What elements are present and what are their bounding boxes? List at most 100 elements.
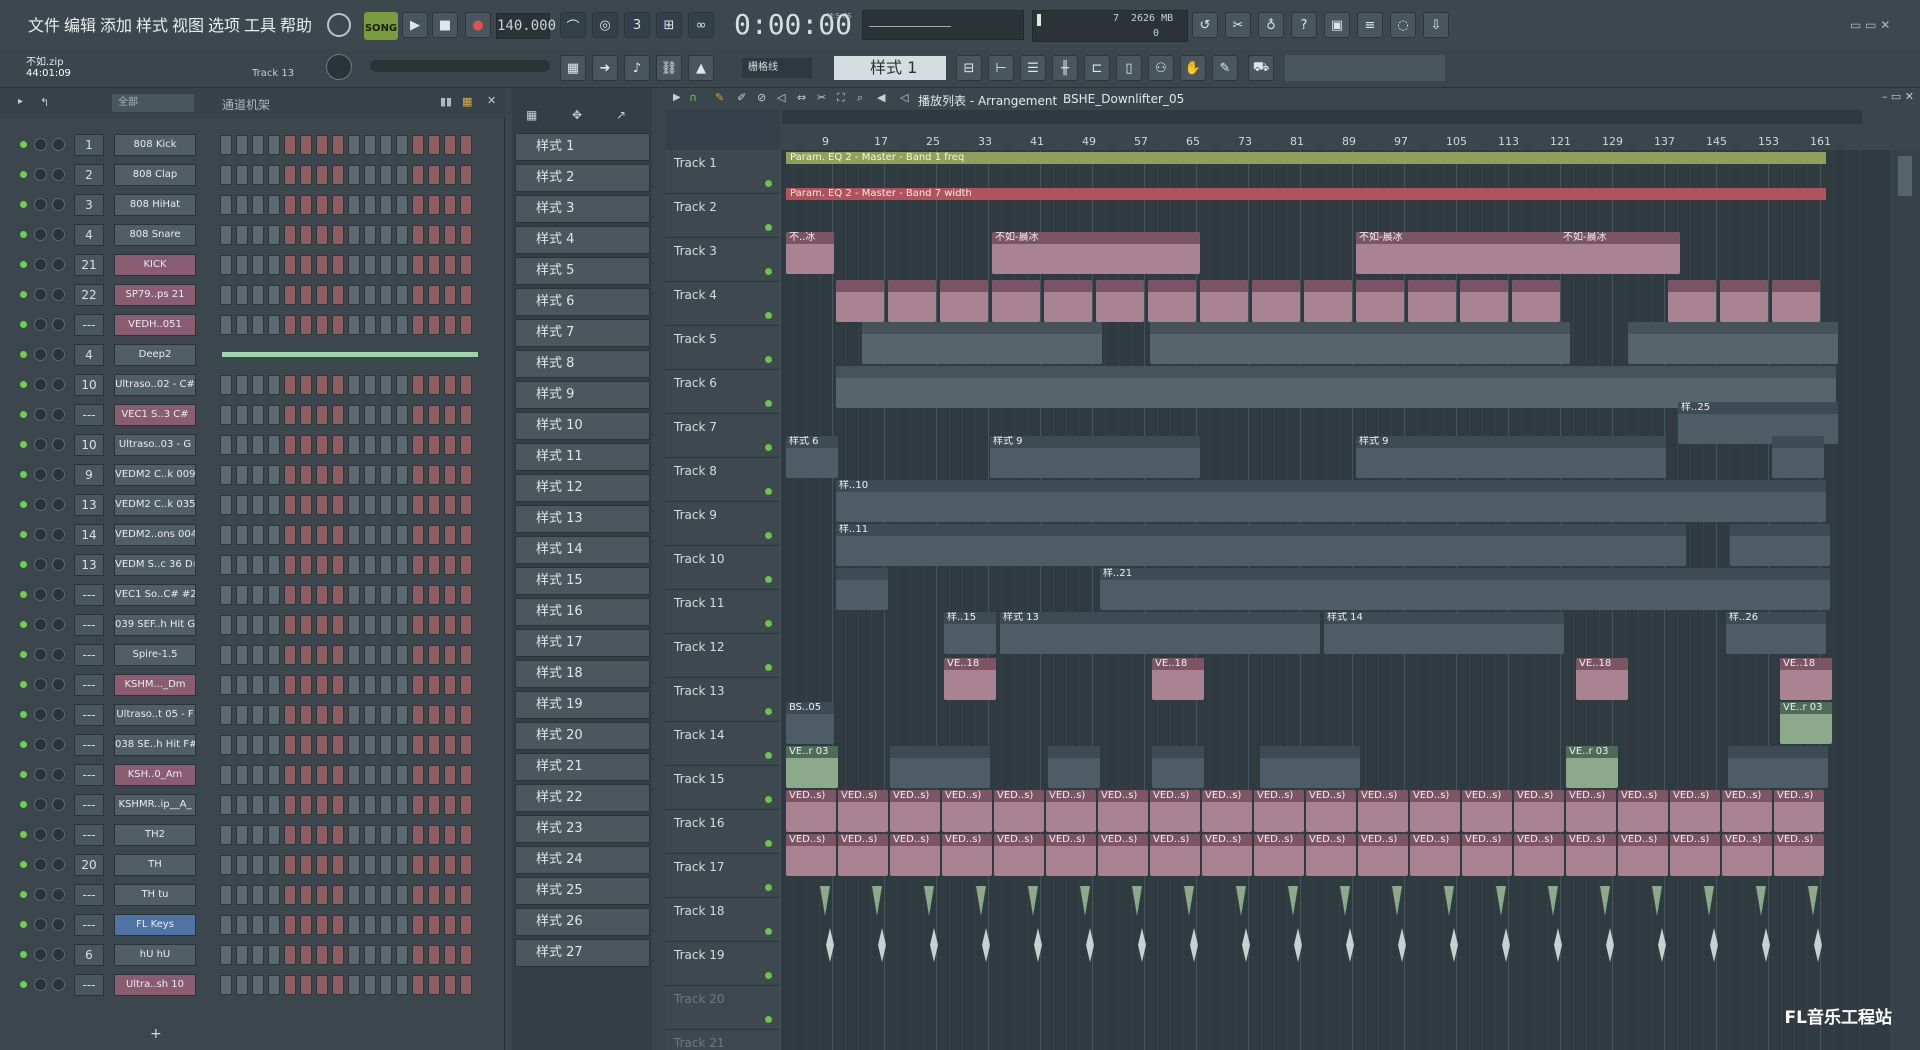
- channel-row[interactable]: --- VEC1 S..3 C#: [0, 400, 505, 430]
- step-button[interactable]: [236, 285, 248, 305]
- mic-icon[interactable]: ♁: [1258, 12, 1284, 38]
- step-button[interactable]: [412, 645, 424, 665]
- step-button[interactable]: [300, 795, 312, 815]
- channel-mute-led[interactable]: [20, 411, 27, 418]
- step-button[interactable]: [460, 255, 472, 275]
- step-button[interactable]: [220, 465, 232, 485]
- pattern-item[interactable]: 样式 23: [515, 815, 650, 843]
- delete-icon[interactable]: ⊘: [757, 91, 766, 104]
- audio-clip[interactable]: VED..s): [1618, 834, 1668, 876]
- channel-name-button[interactable]: 808 Snare: [114, 224, 196, 246]
- step-button[interactable]: [412, 495, 424, 515]
- track-active-led[interactable]: [765, 708, 772, 715]
- step-button[interactable]: [348, 975, 360, 995]
- step-button[interactable]: [332, 375, 344, 395]
- track-active-led[interactable]: [765, 752, 772, 759]
- step-button[interactable]: [300, 915, 312, 935]
- channel-pan-knob[interactable]: [34, 228, 47, 241]
- step-button[interactable]: [332, 645, 344, 665]
- step-button[interactable]: [236, 645, 248, 665]
- step-button[interactable]: [428, 255, 440, 275]
- stamp-icon[interactable]: ▲: [688, 55, 714, 81]
- step-button[interactable]: [412, 945, 424, 965]
- pattern-clip[interactable]: 样..10: [836, 480, 1826, 522]
- step-button[interactable]: [460, 675, 472, 695]
- step-button[interactable]: [300, 885, 312, 905]
- step-button[interactable]: [316, 915, 328, 935]
- stop-button[interactable]: ■: [432, 12, 458, 38]
- step-button[interactable]: [316, 585, 328, 605]
- step-button[interactable]: [412, 825, 424, 845]
- step-button[interactable]: [396, 855, 408, 875]
- rack-grid-icon[interactable]: ▦: [462, 95, 472, 108]
- step-button[interactable]: [284, 315, 296, 335]
- channel-volume-knob[interactable]: [52, 828, 65, 841]
- step-button[interactable]: [300, 375, 312, 395]
- step-button[interactable]: [332, 765, 344, 785]
- step-button[interactable]: [460, 705, 472, 725]
- channel-pan-knob[interactable]: [34, 798, 47, 811]
- channel-name-button[interactable]: KSH..0_Am: [114, 764, 196, 786]
- step-button[interactable]: [300, 945, 312, 965]
- audio-clip[interactable]: VED..s): [1098, 834, 1148, 876]
- step-button[interactable]: [396, 315, 408, 335]
- step-button[interactable]: [252, 135, 264, 155]
- channel-name-button[interactable]: Deep2: [114, 344, 196, 366]
- step-button[interactable]: [300, 255, 312, 275]
- countdown-icon[interactable]: 3: [624, 12, 650, 38]
- horizontal-scrollbar[interactable]: [782, 110, 1862, 124]
- track-active-led[interactable]: [765, 488, 772, 495]
- channel-row[interactable]: 13 VEDM2 C..k 035: [0, 490, 505, 520]
- step-button[interactable]: [300, 825, 312, 845]
- step-button[interactable]: [236, 555, 248, 575]
- step-button[interactable]: [460, 915, 472, 935]
- audio-clip[interactable]: VED..s): [1202, 790, 1252, 832]
- step-button[interactable]: [428, 795, 440, 815]
- audio-clip[interactable]: [992, 280, 1040, 322]
- step-button[interactable]: [396, 285, 408, 305]
- step-button[interactable]: [316, 705, 328, 725]
- audio-hit-clip[interactable]: [1080, 886, 1090, 916]
- step-button[interactable]: [460, 285, 472, 305]
- track-active-led[interactable]: [765, 444, 772, 451]
- track-active-led[interactable]: [765, 972, 772, 979]
- channel-mute-led[interactable]: [20, 981, 27, 988]
- audio-clip[interactable]: [1460, 280, 1508, 322]
- step-button[interactable]: [396, 765, 408, 785]
- channel-volume-knob[interactable]: [52, 738, 65, 751]
- step-button[interactable]: [220, 645, 232, 665]
- step-button[interactable]: [364, 525, 376, 545]
- channel-name-button[interactable]: 808 Clap: [114, 164, 196, 186]
- song-mode-toggle[interactable]: SONG: [364, 12, 398, 40]
- step-button[interactable]: [428, 315, 440, 335]
- audio-hit-clip[interactable]: [1808, 886, 1818, 916]
- step-button[interactable]: [236, 705, 248, 725]
- track-header[interactable]: Track 4: [665, 282, 780, 326]
- save-icon[interactable]: ▣: [1324, 12, 1350, 38]
- step-button[interactable]: [428, 225, 440, 245]
- step-button[interactable]: [300, 675, 312, 695]
- track-active-led[interactable]: [765, 928, 772, 935]
- audio-clip[interactable]: [1304, 280, 1352, 322]
- pattern-clip[interactable]: 样式 13: [1000, 612, 1320, 654]
- step-button[interactable]: [268, 885, 280, 905]
- step-button[interactable]: [348, 285, 360, 305]
- pattern-clip[interactable]: [1772, 436, 1824, 478]
- channel-row[interactable]: 3 808 HiHat: [0, 190, 505, 220]
- step-button[interactable]: [268, 315, 280, 335]
- step-button[interactable]: [412, 465, 424, 485]
- audio-clip[interactable]: [1096, 280, 1144, 322]
- channel-pan-knob[interactable]: [34, 648, 47, 661]
- channel-pan-knob[interactable]: [34, 588, 47, 601]
- step-button[interactable]: [268, 825, 280, 845]
- step-button[interactable]: [396, 705, 408, 725]
- track-header[interactable]: Track 9: [665, 502, 780, 546]
- channel-mixer-track[interactable]: ---: [74, 794, 104, 816]
- step-button[interactable]: [284, 195, 296, 215]
- pattern-item[interactable]: 样式 19: [515, 691, 650, 719]
- step-button[interactable]: [412, 285, 424, 305]
- step-button[interactable]: [332, 165, 344, 185]
- browser-icon[interactable]: ☰: [1020, 55, 1046, 81]
- step-button[interactable]: [236, 315, 248, 335]
- pattern-item[interactable]: 样式 7: [515, 319, 650, 347]
